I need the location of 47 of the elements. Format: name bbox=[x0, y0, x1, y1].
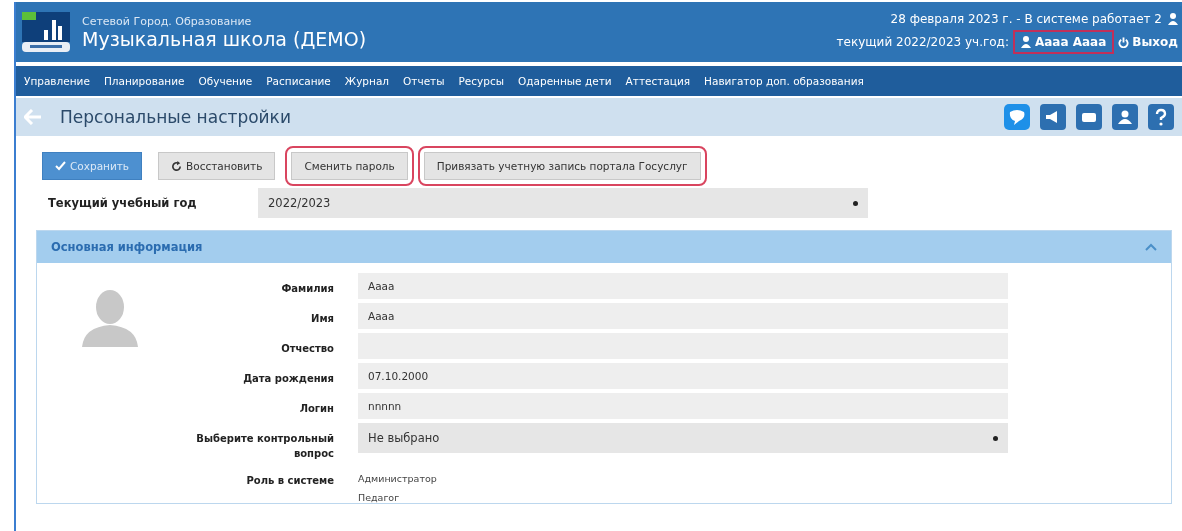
avatar-icon bbox=[82, 289, 138, 347]
school-title: Музыкальная школа (ДЕМО) bbox=[82, 27, 367, 50]
nav-menu-item[interactable]: Навигатор доп. образования bbox=[704, 75, 864, 87]
input-field[interactable]: 07.10.2000 bbox=[358, 363, 1008, 389]
message-icon[interactable] bbox=[1076, 104, 1102, 130]
megaphone-icon[interactable] bbox=[1040, 104, 1066, 130]
nav-menu-item[interactable]: Обучение bbox=[198, 75, 253, 87]
restore-button[interactable]: Восстановить bbox=[158, 152, 276, 180]
user-link[interactable]: Аааа Аааа bbox=[1014, 32, 1113, 52]
nav-menu-item[interactable]: Одаренные дети bbox=[518, 75, 612, 87]
nav-menu-item[interactable]: Ресурсы bbox=[458, 75, 504, 87]
field-label: Имя bbox=[310, 312, 335, 326]
field-label: Выберите контрольный вопрос bbox=[195, 432, 335, 461]
app-subtitle: Сетевой Город. Образование bbox=[82, 14, 253, 28]
field-label: Отчество bbox=[280, 342, 335, 356]
chat-bubble-icon[interactable] bbox=[1004, 104, 1030, 130]
input-field[interactable]: nnnnn bbox=[358, 393, 1008, 419]
year-select[interactable]: 2022/2023 bbox=[258, 188, 868, 218]
check-icon bbox=[55, 161, 66, 171]
role-text: Педагог bbox=[358, 492, 401, 503]
nav-menu-item[interactable]: Аттестация bbox=[625, 75, 691, 87]
nav-menu-item[interactable]: Расписание bbox=[266, 75, 331, 87]
person-icon bbox=[1168, 13, 1178, 25]
field-label: Текущий учебный год bbox=[48, 196, 198, 210]
logo-icon bbox=[22, 12, 70, 52]
help-icon[interactable] bbox=[1148, 104, 1174, 130]
date-status: 28 февраля 2023 г. - В системе работает 2 bbox=[890, 12, 1162, 26]
nav-menu-item[interactable]: Отчеты bbox=[403, 75, 445, 87]
refresh-icon bbox=[171, 160, 183, 172]
question-select[interactable]: Не выбрано bbox=[358, 423, 1008, 453]
nav-menu-item[interactable]: Управление bbox=[24, 75, 90, 87]
field-label: Роль в системе bbox=[245, 474, 335, 488]
nav-menu-item[interactable]: Журнал bbox=[344, 75, 390, 87]
person-icon bbox=[1020, 36, 1031, 48]
field-label: Фамилия bbox=[280, 282, 335, 296]
action-button[interactable]: Сменить пароль bbox=[291, 152, 408, 180]
field-label: Дата рождения bbox=[242, 372, 335, 386]
nav-menu-item[interactable]: Планирование bbox=[103, 75, 185, 87]
power-icon bbox=[1118, 36, 1130, 48]
page-title: Персональные настройки bbox=[60, 107, 291, 127]
input-field[interactable]: Аааа bbox=[358, 273, 1008, 299]
field-label: Логин bbox=[298, 402, 335, 416]
school-year: текущий 2022/2023 уч.год: bbox=[836, 35, 1009, 49]
action-button[interactable]: Привязать учетную запись портала Госуслуг bbox=[423, 152, 701, 180]
input-field[interactable]: Аааа bbox=[358, 303, 1008, 329]
logout-link[interactable]: Выход bbox=[1118, 35, 1178, 49]
role-text: Администратор bbox=[358, 473, 437, 484]
